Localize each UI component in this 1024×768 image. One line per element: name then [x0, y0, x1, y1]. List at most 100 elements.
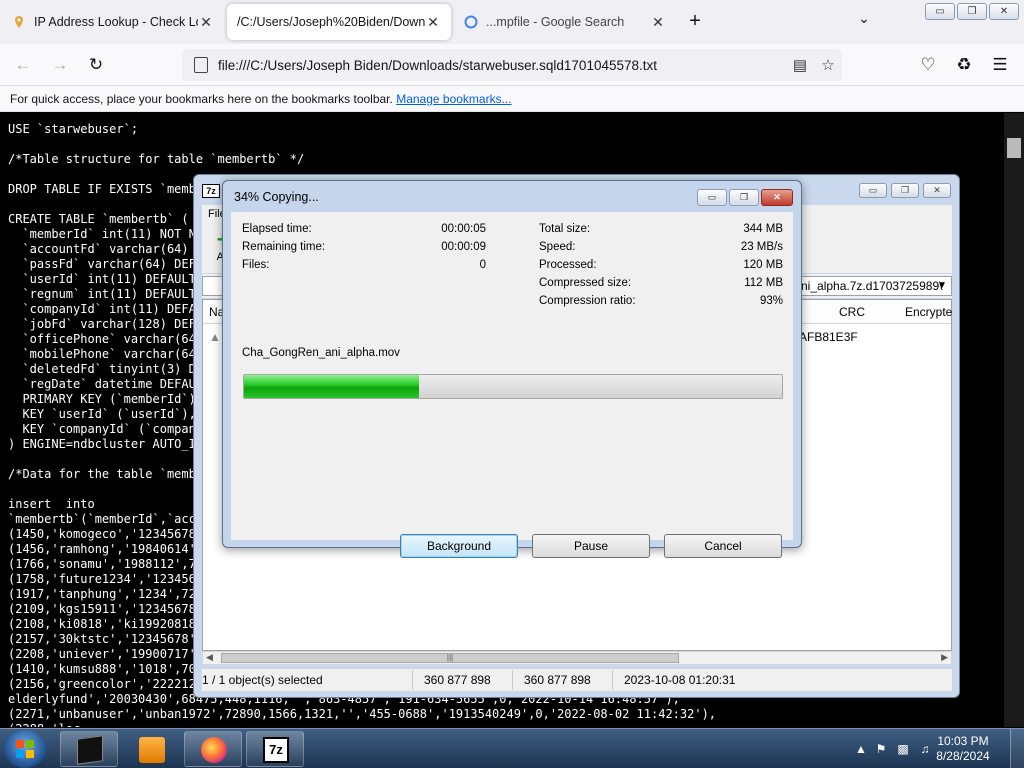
- new-tab-button[interactable]: +: [682, 8, 708, 34]
- minimize-button[interactable]: ▭: [859, 183, 887, 198]
- monitor-icon[interactable]: ▩: [896, 742, 910, 756]
- bookmarks-hint: For quick access, place your bookmarks h…: [10, 92, 393, 106]
- remaining-label: Remaining time:: [242, 241, 326, 253]
- show-desktop-button[interactable]: [1010, 729, 1024, 768]
- page-icon: [194, 57, 208, 73]
- current-file-name: Cha_GongRen_ani_alpha.mov: [242, 347, 400, 359]
- maximize-button[interactable]: ❐: [891, 183, 919, 198]
- clock[interactable]: 10:03 PM 8/28/2024: [928, 734, 998, 764]
- 7zip-window-controls: ▭ ❐ ✕: [859, 183, 951, 198]
- compressed-size-value: 112 MB: [744, 277, 783, 289]
- window-controls: ▭ ❐ ✕: [925, 3, 1019, 20]
- scrollbar-thumb[interactable]: [1007, 138, 1021, 158]
- menu-icon[interactable]: ☰: [987, 52, 1013, 78]
- status-bar: 1 / 1 object(s) selected 360 877 898 360…: [202, 669, 952, 691]
- manage-bookmarks-link[interactable]: Manage bookmarks...: [396, 92, 511, 106]
- system-tray: ▲ ⚑ ▩ ♫ 10:03 PM 8/28/2024: [834, 729, 1024, 768]
- tab-close-icon[interactable]: ✕: [650, 14, 666, 31]
- cancel-button[interactable]: Cancel: [664, 534, 782, 558]
- compression-ratio-label: Compression ratio:: [539, 295, 636, 307]
- windows-logo-icon: [16, 740, 34, 758]
- bookmarks-toolbar: For quick access, place your bookmarks h…: [0, 86, 1024, 112]
- tab-text-file[interactable]: /C:/Users/Joseph%20Biden/Downlo ✕: [227, 4, 451, 40]
- url-bar[interactable]: file:///C:/Users/Joseph Biden/Downloads/…: [182, 49, 842, 81]
- terminal-icon: [77, 735, 103, 765]
- minimize-button[interactable]: ▭: [925, 3, 955, 20]
- url-text: file:///C:/Users/Joseph Biden/Downloads/…: [218, 57, 658, 73]
- processed-label: Processed:: [539, 259, 597, 271]
- scroll-left-icon[interactable]: ◀: [206, 652, 213, 663]
- taskbar-cmd[interactable]: [60, 731, 118, 767]
- scroll-right-icon[interactable]: ▶: [941, 652, 948, 663]
- tab-title: IP Address Lookup - Check Loc: [34, 15, 198, 29]
- show-hidden-icons-icon[interactable]: ▲: [854, 742, 868, 756]
- files-label: Files:: [242, 259, 270, 271]
- dialog-window-controls: ▭ ❐ ✕: [697, 189, 793, 206]
- status-divider: [512, 670, 513, 690]
- list-all-tabs-button[interactable]: ⌄: [852, 10, 876, 34]
- horizontal-scrollbar[interactable]: ◀ ||| ▶: [202, 651, 952, 665]
- media-player-icon: [139, 737, 165, 763]
- total-size-value: 344 MB: [743, 223, 783, 235]
- maximize-button[interactable]: ❐: [729, 189, 759, 206]
- forward-arrow-icon[interactable]: →: [47, 52, 73, 78]
- path-text: ni_alpha.7z.d1703725989\: [801, 279, 943, 293]
- progress-bar-fill: [244, 375, 419, 398]
- screen: IP Address Lookup - Check Loc ✕ /C:/User…: [0, 0, 1024, 768]
- speed-value: 23 MB/s: [740, 241, 783, 253]
- tab-close-icon[interactable]: ✕: [198, 14, 214, 31]
- close-window-button[interactable]: ✕: [923, 183, 951, 198]
- dialog-title: 34% Copying...: [234, 190, 319, 204]
- column-crc[interactable]: CRC: [839, 305, 865, 319]
- processed-value: 120 MB: [743, 259, 783, 271]
- status-modified: 2023-10-08 01:20:31: [624, 673, 736, 687]
- files-value: 0: [479, 259, 486, 271]
- 7zip-app-icon: 7z: [202, 184, 220, 198]
- close-window-button[interactable]: ✕: [989, 3, 1019, 20]
- reader-view-icon[interactable]: ▤: [786, 56, 814, 74]
- minimize-button[interactable]: ▭: [697, 189, 727, 206]
- start-button[interactable]: [4, 730, 46, 768]
- bookmark-star-icon[interactable]: ☆: [814, 56, 842, 74]
- status-packed: 360 877 898: [524, 673, 591, 687]
- copy-progress-dialog: 34% Copying... ▭ ❐ ✕ Elapsed time: 00:00…: [222, 180, 802, 558]
- progress-bar: [243, 374, 783, 399]
- page-scrollbar[interactable]: [1004, 113, 1024, 727]
- dropdown-arrow-icon[interactable]: ▼: [937, 277, 947, 295]
- pause-button[interactable]: Pause: [532, 534, 650, 558]
- taskbar-media-player[interactable]: [122, 731, 180, 767]
- tab-ip-lookup[interactable]: IP Address Lookup - Check Loc ✕: [2, 4, 224, 40]
- status-size: 360 877 898: [424, 673, 491, 687]
- dialog-body: Elapsed time: 00:00:05 Remaining time: 0…: [231, 212, 793, 558]
- taskbar: 7z ▲ ⚑ ▩ ♫ 10:03 PM 8/28/2024: [0, 728, 1024, 768]
- status-divider: [412, 670, 413, 690]
- scrollbar-thumb[interactable]: |||: [221, 653, 679, 663]
- tab-bar: IP Address Lookup - Check Loc ✕ /C:/User…: [0, 0, 1024, 44]
- location-pin-icon: [15, 16, 23, 28]
- firefox-icon: [201, 737, 227, 763]
- back-arrow-icon[interactable]: ←: [10, 52, 36, 78]
- speed-label: Speed:: [539, 241, 576, 253]
- taskbar-firefox[interactable]: [184, 731, 242, 767]
- status-selected: 1 / 1 object(s) selected: [202, 673, 323, 687]
- file-icon: ▲: [209, 330, 221, 344]
- 7zip-icon: 7z: [263, 737, 289, 763]
- compression-ratio-value: 93%: [759, 295, 783, 307]
- reload-icon[interactable]: ↻: [83, 52, 109, 78]
- flag-icon[interactable]: ⚑: [874, 742, 888, 756]
- navigation-bar: ← → ↻ file:///C:/Users/Joseph Biden/Down…: [0, 44, 1024, 86]
- tab-google-search[interactable]: ...mpfile - Google Search ✕: [454, 4, 676, 40]
- total-size-label: Total size:: [539, 223, 591, 235]
- tab-close-icon[interactable]: ✕: [425, 14, 441, 31]
- pocket-icon[interactable]: ♡: [915, 52, 941, 78]
- extensions-icon[interactable]: ♻: [951, 52, 977, 78]
- elapsed-value: 00:00:05: [441, 223, 486, 235]
- close-dialog-button[interactable]: ✕: [761, 189, 793, 206]
- remaining-value: 00:00:09: [441, 241, 486, 253]
- taskbar-7zip[interactable]: 7z: [246, 731, 304, 767]
- maximize-button[interactable]: ❐: [957, 3, 987, 20]
- column-encrypted[interactable]: Encrypte: [905, 305, 952, 319]
- compressed-size-label: Compressed size:: [539, 277, 632, 289]
- background-button[interactable]: Background: [400, 534, 518, 558]
- tab-title: ...mpfile - Google Search: [486, 15, 625, 29]
